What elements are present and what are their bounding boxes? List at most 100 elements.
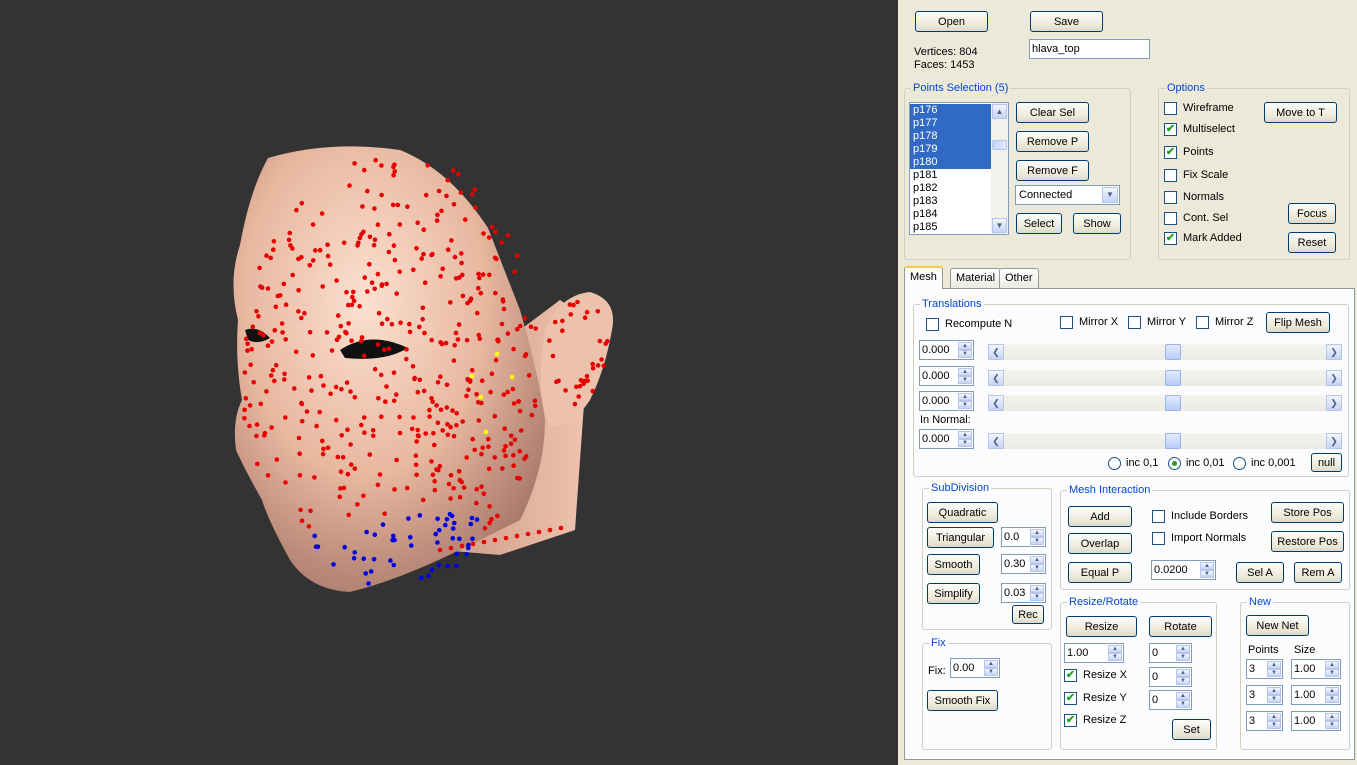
mesh-point[interactable]	[489, 516, 494, 522]
mesh-point[interactable]	[272, 378, 277, 384]
mesh-point[interactable]	[292, 386, 297, 391]
mesh-point[interactable]	[446, 481, 452, 487]
mesh-point[interactable]	[397, 430, 403, 436]
mesh-point[interactable]	[472, 447, 478, 453]
remove-f-button[interactable]: Remove F	[1016, 160, 1089, 181]
selected-mesh-point[interactable]	[417, 513, 423, 518]
mesh-point[interactable]	[458, 190, 464, 195]
mesh-point[interactable]	[465, 300, 470, 306]
mesh-point[interactable]	[503, 453, 508, 459]
mesh-point[interactable]	[482, 525, 488, 531]
interaction-value-stepper[interactable]: 0.0200 ▲ ▼	[1151, 560, 1216, 580]
inc-0-001-radio[interactable]	[1233, 457, 1246, 470]
selected-mesh-point[interactable]	[366, 581, 371, 586]
mesh-point[interactable]	[479, 400, 484, 406]
mesh-point[interactable]	[486, 235, 492, 240]
mesh-point[interactable]	[352, 161, 357, 166]
list-item[interactable]: p177	[910, 117, 992, 130]
mesh-point[interactable]	[341, 485, 347, 491]
mesh-point[interactable]	[501, 392, 507, 398]
spin-down-icon[interactable]: ▼	[1108, 653, 1122, 661]
mesh-point[interactable]	[367, 234, 373, 240]
mesh-point[interactable]	[550, 353, 556, 359]
mesh-point[interactable]	[502, 426, 508, 431]
mesh-point[interactable]	[503, 535, 509, 541]
mesh-point[interactable]	[582, 315, 588, 321]
mesh-point[interactable]	[299, 518, 305, 524]
spin-up-icon[interactable]: ▲	[1030, 556, 1044, 564]
equal-p-button[interactable]: Equal P	[1068, 562, 1132, 583]
mesh-point[interactable]	[434, 403, 439, 408]
selected-mesh-point[interactable]	[444, 517, 450, 522]
mesh-point[interactable]	[293, 349, 299, 355]
mesh-point[interactable]	[390, 202, 396, 208]
mesh-point[interactable]	[479, 484, 484, 490]
save-button[interactable]: Save	[1030, 11, 1103, 32]
spin-down-icon[interactable]: ▼	[1267, 669, 1281, 677]
mesh-point[interactable]	[415, 433, 421, 438]
spin-down-icon[interactable]: ▼	[1267, 721, 1281, 729]
mesh-point[interactable]	[445, 247, 451, 252]
mesh-point[interactable]	[254, 461, 260, 467]
mesh-point[interactable]	[435, 380, 441, 385]
mesh-point[interactable]	[282, 377, 287, 382]
list-item[interactable]: p179	[910, 143, 992, 156]
mesh-point[interactable]	[512, 437, 518, 443]
mesh-point[interactable]	[248, 362, 253, 368]
spin-down-icon[interactable]: ▼	[984, 668, 998, 676]
mesh-point[interactable]	[464, 393, 469, 399]
mesh-point[interactable]	[501, 306, 507, 312]
chevron-left-icon[interactable]: ❮	[988, 433, 1004, 449]
mesh-point[interactable]	[413, 462, 419, 468]
mesh-point[interactable]	[480, 272, 486, 277]
spin-up-icon[interactable]: ▲	[1267, 713, 1281, 721]
mesh-name-field[interactable]: hlava_top	[1029, 39, 1150, 59]
spin-down-icon[interactable]: ▼	[1176, 653, 1190, 661]
mesh-point[interactable]	[413, 453, 419, 459]
smooth-stepper[interactable]: 0.30 ▲ ▼	[1001, 554, 1046, 574]
selected-mesh-point[interactable]	[426, 573, 431, 578]
mesh-point[interactable]	[532, 398, 538, 404]
mesh-point[interactable]	[533, 326, 538, 331]
mesh-point[interactable]	[516, 399, 521, 404]
mesh-point[interactable]	[468, 296, 474, 302]
rec-button[interactable]: Rec	[1012, 605, 1044, 624]
slider-thumb[interactable]	[1165, 344, 1181, 360]
mesh-point[interactable]	[523, 352, 529, 357]
mesh-point[interactable]	[392, 487, 397, 492]
mesh-point[interactable]	[474, 500, 479, 506]
mesh-point[interactable]	[444, 382, 450, 388]
points-checkbox[interactable]	[1164, 146, 1177, 159]
mesh-point[interactable]	[307, 329, 313, 335]
mesh-point[interactable]	[394, 392, 399, 397]
reset-button[interactable]: Reset	[1288, 232, 1336, 253]
mesh-point[interactable]	[470, 541, 476, 547]
inc-0-01-radio[interactable]	[1168, 457, 1181, 470]
mesh-point[interactable]	[479, 451, 484, 457]
selected-mesh-point[interactable]	[406, 516, 411, 521]
mesh-point[interactable]	[346, 512, 352, 518]
mesh-point[interactable]	[434, 218, 440, 223]
mesh-point[interactable]	[595, 363, 601, 368]
mesh-point[interactable]	[568, 312, 574, 317]
mesh-point[interactable]	[404, 485, 410, 491]
mesh-point[interactable]	[495, 513, 500, 519]
mesh-point[interactable]	[280, 330, 285, 335]
mesh-point[interactable]	[369, 280, 375, 286]
mesh-point[interactable]	[370, 428, 376, 433]
mesh-point[interactable]	[432, 479, 438, 484]
mesh-point[interactable]	[420, 316, 426, 322]
spin-up-icon[interactable]: ▲	[1267, 687, 1281, 695]
mesh-point[interactable]	[479, 378, 485, 384]
mesh-point[interactable]	[420, 305, 426, 311]
mesh-point[interactable]	[450, 408, 455, 413]
spin-down-icon[interactable]: ▼	[1030, 537, 1044, 545]
mesh-point[interactable]	[443, 340, 449, 346]
normals-checkbox[interactable]	[1164, 191, 1177, 204]
mesh-point[interactable]	[371, 433, 376, 439]
scroll-down-icon[interactable]: ▼	[992, 218, 1007, 233]
mesh-point[interactable]	[532, 403, 538, 409]
mesh-point[interactable]	[375, 342, 381, 347]
mesh-point[interactable]	[517, 448, 523, 454]
mesh-point[interactable]	[247, 403, 253, 408]
